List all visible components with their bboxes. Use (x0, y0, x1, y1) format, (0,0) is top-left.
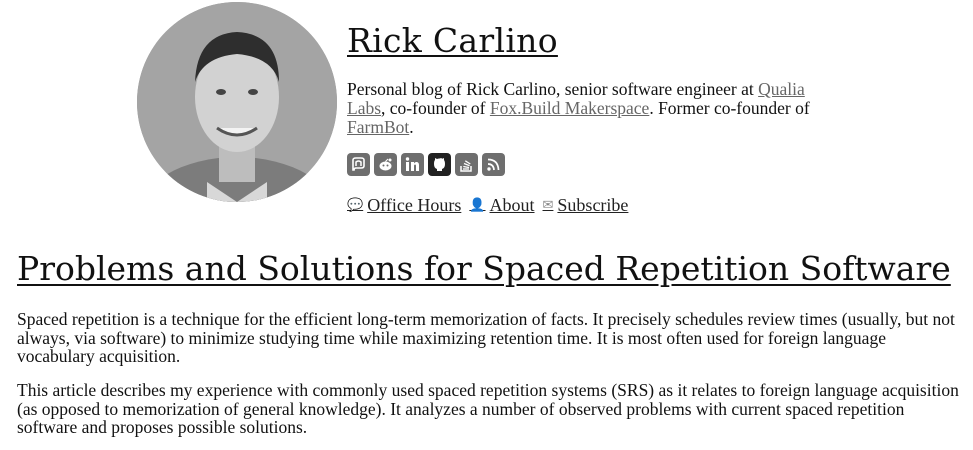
nav-label: Subscribe (557, 195, 629, 215)
linkedin-icon[interactable] (401, 153, 424, 176)
github-icon[interactable] (428, 153, 451, 176)
article-title: Problems and Solutions for Spaced Repeti… (17, 247, 951, 291)
header-nav: 💬 Office Hours 👤 About ✉ Subscribe (347, 194, 628, 216)
envelope-icon: ✉ (542, 197, 554, 212)
article-title-link[interactable]: Problems and Solutions for Spaced Repeti… (17, 249, 951, 288)
article-paragraph: This article describes my experience wit… (17, 380, 959, 437)
site-tagline: Personal blog of Rick Carlino, senior so… (347, 80, 847, 137)
site-title: Rick Carlino (347, 20, 558, 62)
reddit-icon[interactable] (374, 153, 397, 176)
mastodon-icon[interactable] (347, 153, 370, 176)
rss-icon[interactable] (482, 153, 505, 176)
tagline-text: . Former co-founder of (649, 98, 810, 118)
chat-bubble-icon: 💬 (347, 197, 364, 212)
about-link[interactable]: 👤 About (469, 194, 534, 216)
fox-build-link[interactable]: Fox.Build Makerspace (490, 98, 649, 118)
subscribe-link[interactable]: ✉ Subscribe (543, 194, 629, 216)
article-paragraph: Spaced repetition is a technique for the… (17, 309, 955, 366)
social-links (347, 153, 505, 176)
office-hours-link[interactable]: 💬 Office Hours (347, 194, 461, 216)
tagline-text: , co-founder of (381, 98, 490, 118)
nav-label: Office Hours (367, 195, 462, 215)
farmbot-link[interactable]: FarmBot (347, 117, 409, 137)
stackoverflow-icon[interactable] (455, 153, 478, 176)
avatar (137, 2, 337, 202)
site-title-link[interactable]: Rick Carlino (347, 21, 558, 60)
nav-label: About (489, 195, 535, 215)
tagline-text: . (409, 117, 414, 137)
site-header: Rick Carlino Personal blog of Rick Carli… (0, 0, 973, 230)
tagline-text: Personal blog of Rick Carlino, senior so… (347, 79, 759, 99)
person-icon: 👤 (469, 197, 486, 212)
